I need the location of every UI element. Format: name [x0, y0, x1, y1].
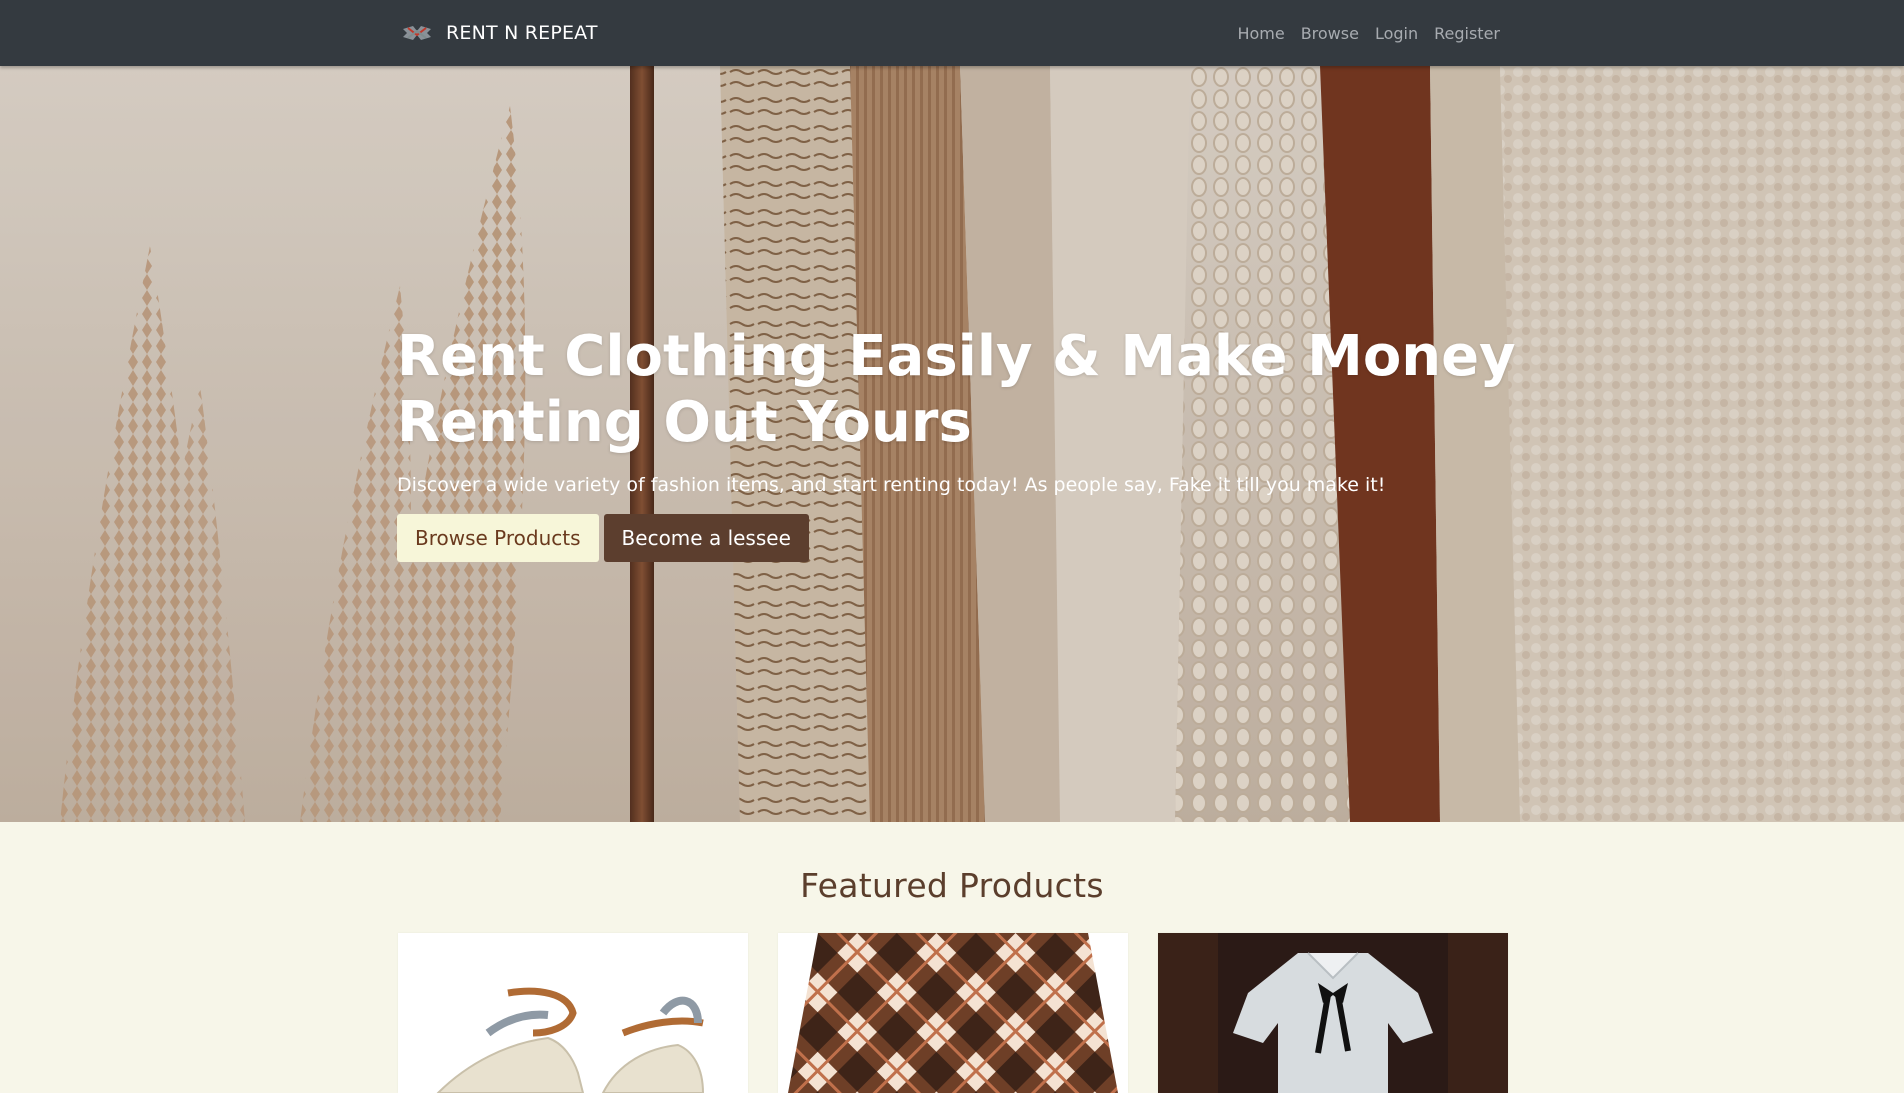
- hero-section: Rent Clothing Easily & Make Money Rentin…: [0, 66, 1904, 822]
- hero-buttons: Browse Products Become a lessee: [397, 514, 1527, 562]
- become-lessee-button[interactable]: Become a lessee: [603, 514, 809, 562]
- brand-name: RENT N REPEAT: [446, 22, 598, 44]
- nav-links: Home Browse Login Register: [1237, 0, 1500, 66]
- product-card[interactable]: [398, 933, 748, 1093]
- nav-home-link[interactable]: Home: [1237, 24, 1284, 43]
- navbar: RENT N REPEAT Home Browse Login Register: [0, 0, 1904, 66]
- hero-content: Rent Clothing Easily & Make Money Rentin…: [397, 324, 1527, 562]
- hero-title: Rent Clothing Easily & Make Money Rentin…: [397, 324, 1516, 455]
- featured-products-title: Featured Products: [800, 866, 1104, 905]
- nav-browse-link[interactable]: Browse: [1301, 24, 1359, 43]
- browse-products-button[interactable]: Browse Products: [397, 514, 599, 562]
- brown-plaid-skirt-image: [778, 933, 1128, 1093]
- hero-subtitle: Discover a wide variety of fashion items…: [397, 474, 1386, 496]
- nav-login-link[interactable]: Login: [1375, 24, 1418, 43]
- product-card[interactable]: [778, 933, 1128, 1093]
- nav-register-link[interactable]: Register: [1434, 24, 1500, 43]
- tweed-dress-with-bow-image: [1158, 933, 1508, 1093]
- product-card-list: [398, 933, 1508, 1093]
- rent-n-repeat-logo-icon: [403, 26, 431, 40]
- beige-strap-flats-image: [398, 933, 748, 1093]
- featured-products-section: Featured Products: [0, 822, 1904, 1093]
- product-card[interactable]: [1158, 933, 1508, 1093]
- brand-link[interactable]: RENT N REPEAT: [400, 0, 598, 66]
